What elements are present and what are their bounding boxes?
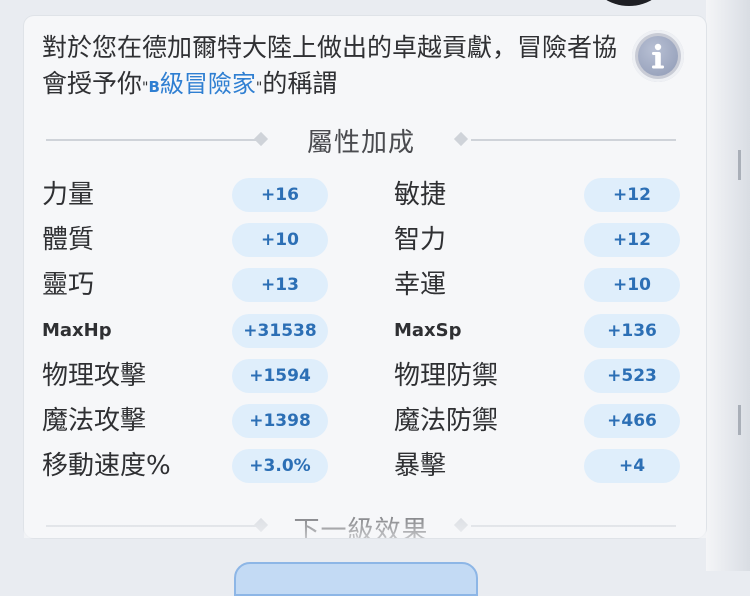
top-orb-decoration xyxy=(592,0,666,6)
stat-row: 物理攻擊 +1594 物理防禦 +523 xyxy=(0,357,750,395)
stat-label: MaxHp xyxy=(42,320,112,341)
description-suffix: 的稱謂 xyxy=(262,69,338,98)
next-level-section-header: 下一級效果 xyxy=(46,506,676,538)
stat-value-pill: +1594 xyxy=(232,359,328,393)
stat-label: 魔法攻擊 xyxy=(42,406,147,436)
stat-value-pill: +4 xyxy=(584,449,680,483)
stat-value-pill: +10 xyxy=(584,268,680,302)
stat-label: 魔法防禦 xyxy=(394,406,499,436)
bottom-action-button[interactable] xyxy=(234,562,478,596)
rank-description: 對於您在德加爾特大陸上做出的卓越貢獻，冒險者協會授予你"B級冒險家"的稱謂 xyxy=(42,30,632,106)
stat-value-pill: +31538 xyxy=(232,314,328,348)
stat-label: 物理攻擊 xyxy=(42,361,147,391)
stat-value-pill: +10 xyxy=(232,223,328,257)
stat-value-pill: +523 xyxy=(584,359,680,393)
stat-value-pill: +12 xyxy=(584,178,680,212)
rank-name: 級冒險家 xyxy=(159,70,256,98)
stat-value-pill: +136 xyxy=(584,314,680,348)
rank-title: "B級冒險家" xyxy=(142,70,263,98)
stat-value-pill: +1398 xyxy=(232,404,328,438)
info-icon xyxy=(638,36,678,76)
stat-row: 移動速度% +3.0% 暴擊 +4 xyxy=(0,447,750,485)
stat-label: 物理防禦 xyxy=(394,361,499,391)
next-level-section-title: 下一級效果 xyxy=(293,516,429,538)
attributes-section-title: 屬性加成 xyxy=(306,128,415,158)
info-button[interactable] xyxy=(632,30,684,82)
rank-letter: B xyxy=(148,78,160,96)
stat-label: 暴擊 xyxy=(394,451,447,481)
stat-label: 靈巧 xyxy=(42,270,95,300)
stat-row: 靈巧 +13 幸運 +10 xyxy=(0,266,750,304)
stat-row: 體質 +10 智力 +12 xyxy=(0,221,750,259)
stat-label: 幸運 xyxy=(394,270,447,300)
attributes-section-header: 屬性加成 xyxy=(46,120,676,160)
stat-row: 力量 +16 敏捷 +12 xyxy=(0,176,750,214)
stat-label: 移動速度% xyxy=(42,451,171,481)
stat-value-pill: +13 xyxy=(232,268,328,302)
stat-value-pill: +12 xyxy=(584,223,680,257)
stat-row: 魔法攻擊 +1398 魔法防禦 +466 xyxy=(0,402,750,440)
stat-label: 力量 xyxy=(42,180,95,210)
stat-label: 體質 xyxy=(42,225,95,255)
stat-row: MaxHp +31538 MaxSp +136 xyxy=(0,312,750,350)
stat-value-pill: +16 xyxy=(232,178,328,212)
stat-label: 敏捷 xyxy=(394,180,447,210)
stat-label: MaxSp xyxy=(394,320,462,341)
stat-value-pill: +3.0% xyxy=(232,449,328,483)
stat-value-pill: +466 xyxy=(584,404,680,438)
stat-label: 智力 xyxy=(394,225,447,255)
